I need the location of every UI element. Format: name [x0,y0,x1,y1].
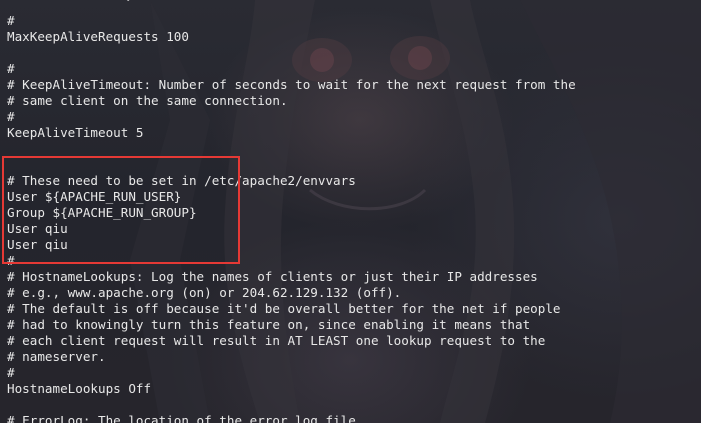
config-line: # [7,365,15,380]
config-line: HostnameLookups Off [7,381,152,396]
config-line: # e.g., www.apache.org (on) or 204.62.12… [7,285,402,300]
config-line: # same client on the same connection. [7,93,288,108]
highlight-box [2,156,240,264]
config-line: # had to knowingly turn this feature on,… [7,317,531,332]
config-line: # The default is off because it'd be ove… [7,301,561,316]
config-line: # ErrorLog: The location of the error lo… [7,413,364,423]
terminal-window[interactable]: ⌄ # MaxKeepAliveRequests 100 # # KeepAli… [0,0,701,423]
config-line: # [7,109,15,124]
config-line: # [7,61,15,76]
config-line: # nameserver. [7,349,106,364]
config-line: # each client request will result in AT … [7,333,546,348]
config-line [7,141,576,157]
config-line: # [7,13,15,28]
config-line [7,45,576,61]
config-line: # HostnameLookups: Log the names of clie… [7,269,538,284]
config-line: MaxKeepAliveRequests 100 [7,29,189,44]
config-line: KeepAliveTimeout 5 [7,125,144,140]
config-line: # KeepAliveTimeout: Number of seconds to… [7,77,576,92]
config-line [7,397,576,413]
chevron-down-icon: ⌄ [124,0,134,4]
